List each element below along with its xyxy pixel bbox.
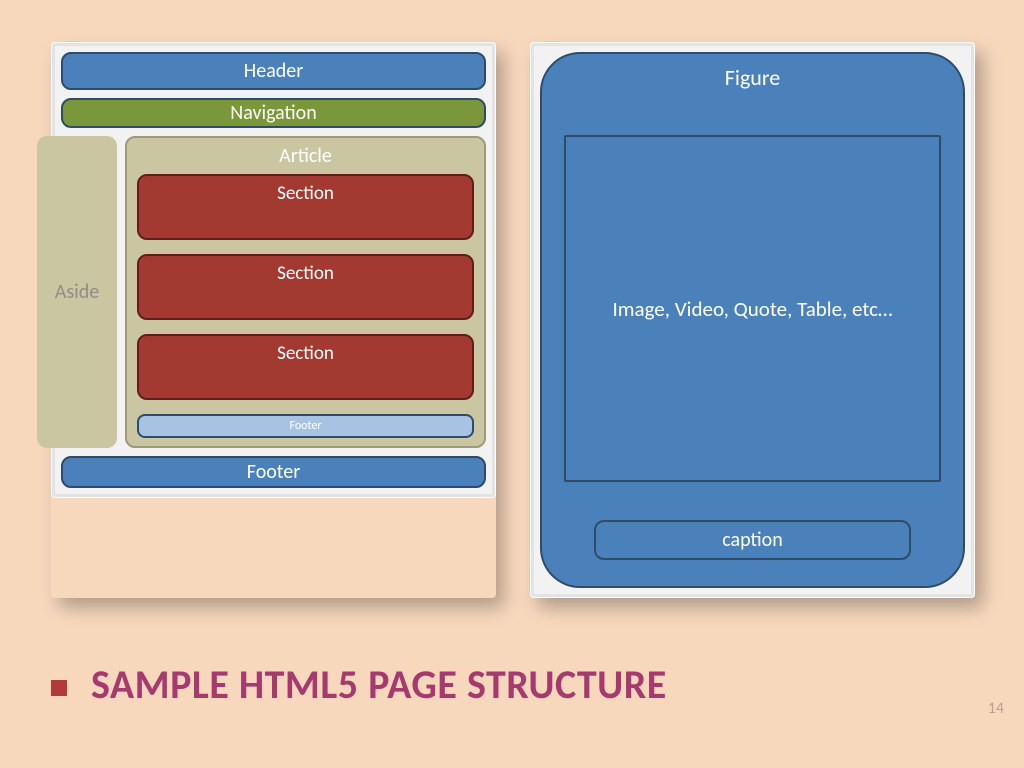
article-block: Article Section Section Section Footer bbox=[125, 136, 486, 448]
figure-panel: Figure Image, Video, Quote, Table, etc… … bbox=[530, 42, 975, 598]
slide-title: SAMPLE HTML5 PAGE STRUCTURE bbox=[91, 660, 667, 709]
figure-content: Image, Video, Quote, Table, etc… bbox=[564, 135, 941, 482]
article-footer-block: Footer bbox=[137, 414, 474, 438]
figure-outer: Figure Image, Video, Quote, Table, etc… … bbox=[540, 52, 965, 588]
navigation-block: Navigation bbox=[61, 98, 486, 128]
slide-title-row: SAMPLE HTML5 PAGE STRUCTURE bbox=[51, 660, 667, 709]
caption-block: caption bbox=[594, 520, 911, 560]
section-block: Section bbox=[137, 334, 474, 400]
section-block: Section bbox=[137, 254, 474, 320]
diagram-panels: Header Navigation Aside Article Section … bbox=[51, 42, 979, 598]
header-block: Header bbox=[61, 52, 486, 90]
article-label: Article bbox=[137, 144, 474, 168]
layout-structure-body: Header Navigation Aside Article Section … bbox=[51, 42, 496, 498]
aside-block: Aside bbox=[37, 136, 117, 448]
layout-structure-panel: Header Navigation Aside Article Section … bbox=[51, 42, 496, 598]
figure-label: Figure bbox=[564, 64, 941, 91]
main-row: Aside Article Section Section Section Fo… bbox=[61, 136, 486, 448]
bullet-icon bbox=[51, 680, 67, 696]
figure-panel-body: Figure Image, Video, Quote, Table, etc… … bbox=[530, 42, 975, 598]
section-block: Section bbox=[137, 174, 474, 240]
page-number: 14 bbox=[988, 699, 1004, 718]
footer-block: Footer bbox=[61, 456, 486, 488]
